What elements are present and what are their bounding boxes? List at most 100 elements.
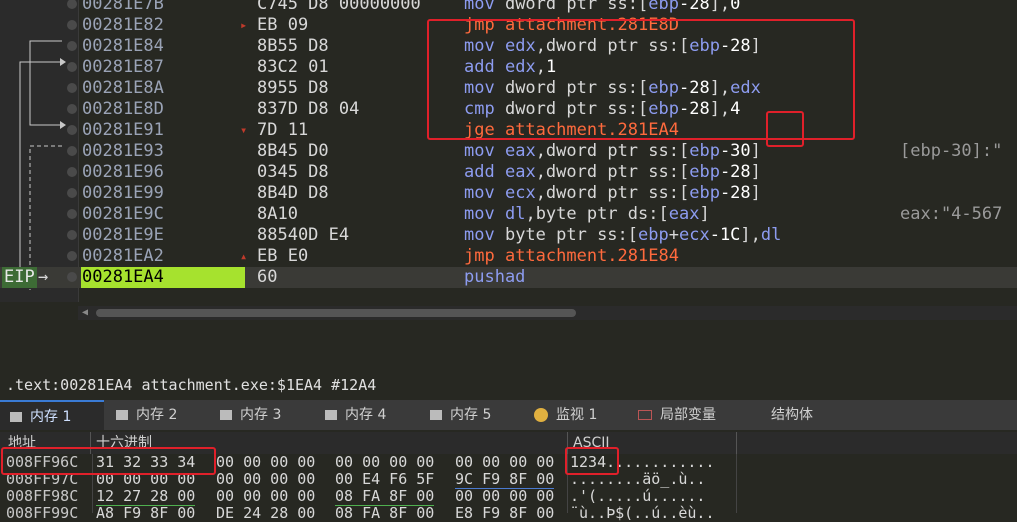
breakpoint-dot-icon[interactable] bbox=[67, 104, 77, 114]
hex-group[interactable]: 00 00 00 00 bbox=[96, 471, 195, 488]
instruction-address[interactable]: 00281E87 bbox=[81, 57, 245, 78]
instruction-text[interactable]: mov edx,dword ptr ss:[ebp-28] bbox=[464, 36, 761, 57]
disasm-row[interactable]: 00281E8D 837D D8 04 cmp dword ptr ss:[ebp-… bbox=[0, 99, 1017, 120]
disasm-row[interactable]: 00281E84 8B55 D8 mov edx,dword ptr ss:[ebp… bbox=[0, 36, 1017, 57]
disasm-row[interactable]: 00281E9C 8A10 mov dl,byte ptr ds:[eax] eax:… bbox=[0, 204, 1017, 225]
ascii-text[interactable]: .'(.....ú...... bbox=[570, 488, 705, 505]
instruction-text[interactable]: mov dword ptr ss:[ebp-28],edx bbox=[464, 78, 761, 99]
breakpoint-dot-icon[interactable] bbox=[67, 20, 77, 30]
instruction-address[interactable]: 00281E91 bbox=[81, 120, 245, 141]
breakpoint-dot-icon[interactable] bbox=[67, 251, 77, 261]
memory-address[interactable]: 008FF98C bbox=[6, 488, 78, 505]
disasm-row[interactable]: 00281E9E 88540D E4 mov byte ptr ss:[ebp+ec… bbox=[0, 225, 1017, 246]
breakpoint-dot-icon[interactable] bbox=[67, 167, 77, 177]
instruction-address[interactable]: 00281E99 bbox=[81, 183, 245, 204]
instruction-address[interactable]: 00281E82 bbox=[81, 15, 245, 36]
memory-address[interactable]: 008FF96C bbox=[6, 454, 78, 471]
instruction-text[interactable]: cmp dword ptr ss:[ebp-28],4 bbox=[464, 99, 740, 120]
hex-group[interactable]: 00 E4 F6 5F bbox=[335, 471, 434, 488]
tab-struct-8[interactable]: 结构体 bbox=[745, 400, 845, 430]
instruction-address[interactable]: 00281E9C bbox=[81, 204, 245, 225]
ascii-text[interactable]: 1234............ bbox=[570, 454, 715, 471]
hex-group[interactable]: 00 00 00 00 bbox=[216, 471, 315, 488]
breakpoint-dot-icon[interactable] bbox=[67, 209, 77, 219]
breakpoint-dot-icon[interactable] bbox=[67, 0, 77, 9]
instruction-address[interactable]: 00281EA4 bbox=[81, 267, 245, 288]
breakpoint-dot-icon[interactable] bbox=[67, 272, 77, 282]
instruction-address[interactable]: 00281E8D bbox=[81, 99, 245, 120]
hex-group[interactable]: 00 00 00 00 bbox=[455, 454, 554, 471]
memory-row[interactable]: 008FF96C 31 32 33 34 00 00 00 00 00 00 00 0… bbox=[0, 454, 1017, 471]
breakpoint-dot-icon[interactable] bbox=[67, 230, 77, 240]
tab-memory-5[interactable]: 内存 5 bbox=[420, 400, 522, 430]
instruction-address[interactable]: 00281E7B bbox=[81, 0, 245, 15]
breakpoint-dot-icon[interactable] bbox=[67, 146, 77, 156]
tab-label: 内存 1 bbox=[30, 409, 72, 425]
tab-watch-6[interactable]: 监视 1 bbox=[524, 400, 626, 430]
hex-group[interactable]: E8 F9 8F 00 bbox=[455, 505, 554, 522]
breakpoint-dot-icon[interactable] bbox=[67, 62, 77, 72]
disasm-row[interactable]: 00281E93 8B45 D0 mov eax,dword ptr ss:[ebp… bbox=[0, 141, 1017, 162]
scrollbar-thumb[interactable] bbox=[96, 309, 576, 317]
instruction-address[interactable]: 00281E8A bbox=[81, 78, 245, 99]
ascii-text[interactable]: ¨ù..Þ$(..ú..èù.. bbox=[570, 505, 715, 522]
instruction-text[interactable]: pushad bbox=[464, 267, 525, 288]
instruction-token: attachment.281E8D bbox=[494, 15, 679, 35]
instruction-text[interactable]: add edx,1 bbox=[464, 57, 556, 78]
instruction-text[interactable]: mov ecx,dword ptr ss:[ebp-28] bbox=[464, 183, 761, 204]
instruction-text[interactable]: jmp attachment.281E8D bbox=[464, 15, 679, 36]
hex-group[interactable]: 31 32 33 34 bbox=[96, 454, 195, 471]
eip-label: EIP bbox=[2, 267, 37, 288]
instruction-text[interactable]: add eax,dword ptr ss:[ebp-28] bbox=[464, 162, 761, 183]
instruction-text[interactable]: mov dword ptr ss:[ebp-28],0 bbox=[464, 0, 740, 15]
instruction-text[interactable]: jge attachment.281EA4 bbox=[464, 120, 679, 141]
instruction-text[interactable]: mov byte ptr ss:[ebp+ecx-1C],dl bbox=[464, 225, 781, 246]
breakpoint-dot-icon[interactable] bbox=[67, 83, 77, 93]
disassembly-view[interactable]: 00281E7B C745 D8 00000000 mov dword ptr ss… bbox=[0, 0, 1017, 302]
instruction-text[interactable]: jmp attachment.281E84 bbox=[464, 246, 679, 267]
instruction-address[interactable]: 00281E93 bbox=[81, 141, 245, 162]
disasm-row[interactable]: 00281E96 0345 D8 add eax,dword ptr ss:[ebp… bbox=[0, 162, 1017, 183]
memory-row[interactable]: 008FF98C 12 27 28 00 00 00 00 00 08 FA 8F 0… bbox=[0, 488, 1017, 506]
tab-memory-4[interactable]: 内存 4 bbox=[315, 400, 418, 430]
tab-memory-3[interactable]: 内存 3 bbox=[210, 400, 313, 430]
instruction-token: ebp bbox=[648, 78, 679, 98]
memory-icon bbox=[116, 410, 128, 420]
memory-row[interactable]: 008FF97C 00 00 00 00 00 00 00 00 00 E4 F6 5… bbox=[0, 471, 1017, 489]
disasm-row[interactable]: 00281E82 ▸ EB 09 jmp attachment.281E8D bbox=[0, 15, 1017, 36]
instruction-bytes: 0345 D8 bbox=[257, 162, 329, 182]
tab-memory-2[interactable]: 内存 2 bbox=[106, 400, 208, 430]
instruction-text[interactable]: mov dl,byte ptr ds:[eax] bbox=[464, 204, 710, 225]
instruction-address[interactable]: 00281E84 bbox=[81, 36, 245, 57]
disasm-row[interactable]: 00281E7B C745 D8 00000000 mov dword ptr ss… bbox=[0, 0, 1017, 15]
hex-group[interactable]: DE 24 28 00 bbox=[216, 505, 315, 522]
breakpoint-dot-icon[interactable] bbox=[67, 125, 77, 135]
hex-group[interactable]: 08 FA 8F 00 bbox=[335, 505, 434, 522]
hex-group[interactable]: 00 00 00 00 bbox=[216, 488, 315, 505]
instruction-address[interactable]: 00281E96 bbox=[81, 162, 245, 183]
instruction-text[interactable]: mov eax,dword ptr ss:[ebp-30] bbox=[464, 141, 761, 162]
breakpoint-dot-icon[interactable] bbox=[67, 188, 77, 198]
memory-address[interactable]: 008FF97C bbox=[6, 471, 78, 488]
tab-locals-7[interactable]: 局部变量 bbox=[628, 400, 743, 430]
breakpoint-dot-icon[interactable] bbox=[67, 41, 77, 51]
hex-group[interactable]: 00 00 00 00 bbox=[335, 454, 434, 471]
memory-address[interactable]: 008FF99C bbox=[6, 505, 78, 522]
memory-row[interactable]: 008FF99C A8 F9 8F 00 DE 24 28 00 08 FA 8F 0… bbox=[0, 505, 1017, 522]
ascii-text[interactable]: ........äö_.ù.. bbox=[570, 471, 705, 488]
horizontal-scrollbar[interactable]: ◀ bbox=[78, 306, 1017, 320]
disasm-row[interactable]: 00281E8A 8955 D8 mov dword ptr ss:[ebp-28]… bbox=[0, 78, 1017, 99]
disasm-row[interactable]: 00281E87 83C2 01 add edx,1 bbox=[0, 57, 1017, 78]
hex-group[interactable]: A8 F9 8F 00 bbox=[96, 505, 195, 522]
instruction-address[interactable]: 00281E9E bbox=[81, 225, 245, 246]
hex-group[interactable]: 00 00 00 00 bbox=[216, 454, 315, 471]
disasm-row[interactable]: 00281E91 ▾ 7D 11 jge attachment.281EA4 bbox=[0, 120, 1017, 141]
disasm-row[interactable]: EIP → 00281EA4 60 pushad bbox=[0, 267, 1017, 288]
instruction-address[interactable]: 00281EA2 bbox=[81, 246, 245, 267]
scroll-left-icon[interactable]: ◀ bbox=[82, 307, 88, 318]
instruction-token bbox=[495, 162, 505, 182]
hex-group[interactable]: 00 00 00 00 bbox=[455, 488, 554, 505]
disasm-row[interactable]: 00281EA2 ▴ EB E0 jmp attachment.281E84 bbox=[0, 246, 1017, 267]
disasm-row[interactable]: 00281E99 8B4D D8 mov ecx,dword ptr ss:[ebp… bbox=[0, 183, 1017, 204]
tab-memory-1[interactable]: 内存 1 bbox=[0, 400, 104, 430]
